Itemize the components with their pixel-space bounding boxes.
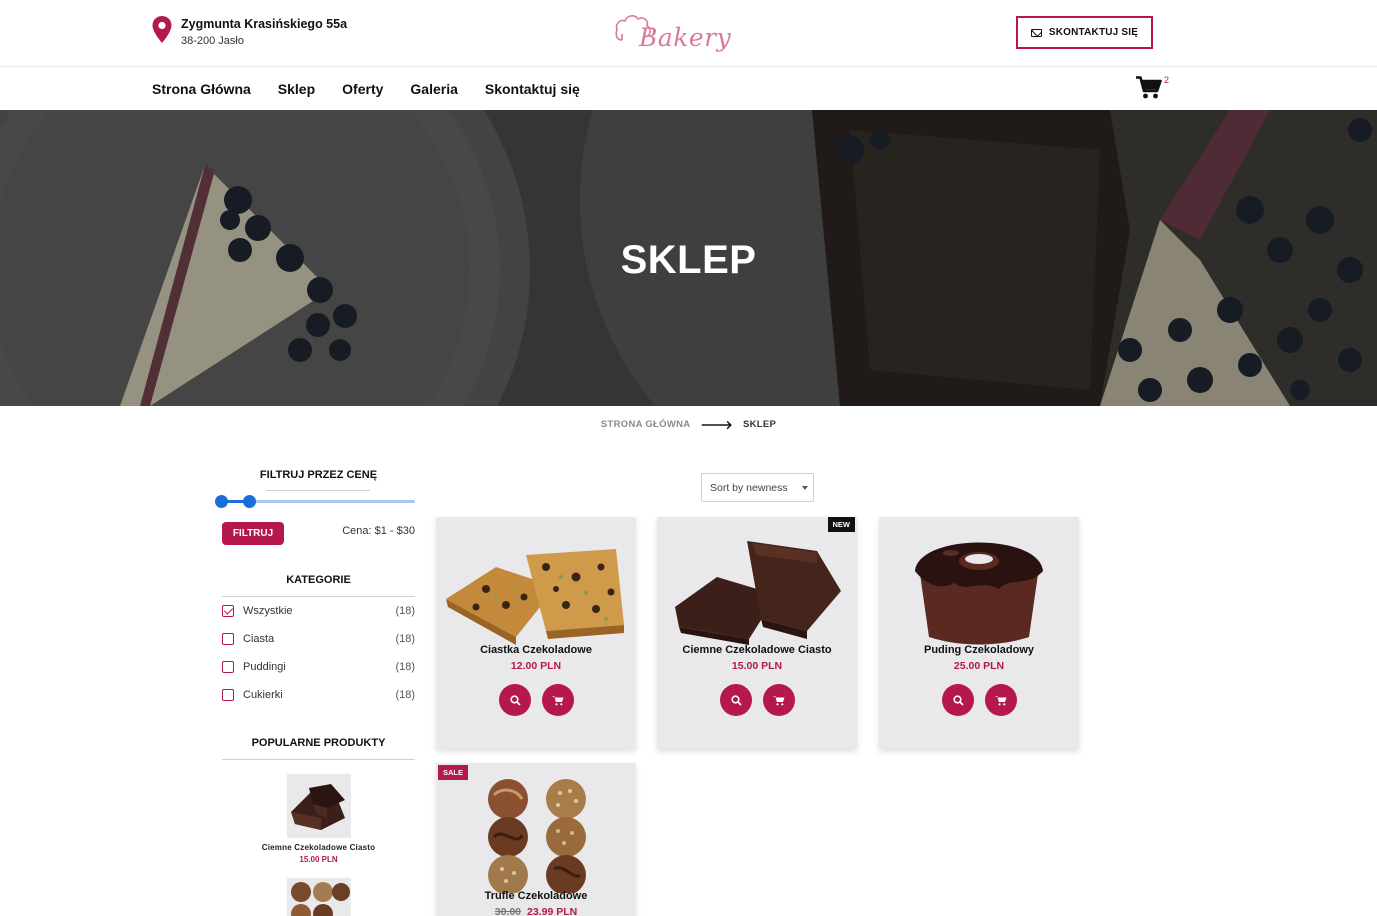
bakery-logo[interactable]: Bakery (614, 10, 731, 56)
top-bar: Zygmunta Krasińskiego 55a 38-200 Jasło B… (0, 0, 1377, 67)
product-name[interactable]: Ciemne Czekoladowe Ciasto (657, 644, 857, 656)
address-street: Zygmunta Krasińskiego 55a (181, 17, 348, 31)
contact-button[interactable]: SKONTAKTUJ SIĘ (1016, 16, 1153, 49)
category-count: (18) (395, 605, 415, 617)
store-address: Zygmunta Krasińskiego 55a 38-200 Jasło (152, 16, 347, 49)
add-to-cart-button[interactable] (763, 684, 795, 716)
sort-select[interactable]: Sort by newness (701, 473, 814, 502)
sort-select-value: Sort by newness (710, 481, 788, 494)
magnifier-icon (509, 694, 521, 706)
shopping-cart-icon (1136, 76, 1162, 99)
product-name[interactable]: Puding Czekoladowy (879, 644, 1079, 656)
category-count: (18) (395, 689, 415, 701)
product-price: 30.00 23.99 PLN (436, 906, 636, 916)
category-name: Wszystkie (243, 605, 293, 617)
popular-product-price: 15.00 PLN (299, 855, 338, 864)
product-image (446, 549, 624, 645)
product-old-price: 30.00 (494, 906, 522, 916)
product-image (915, 542, 1043, 645)
popular-product-item[interactable]: Ciemne Czekoladowe Ciasto 15.00 PLN (222, 774, 415, 864)
category-item-all[interactable]: Wszystkie (18) (222, 603, 415, 619)
product-card[interactable]: SALE Trufle Czekoladowe 30.00 23.99 PLN (436, 763, 636, 916)
add-to-cart-button[interactable] (985, 684, 1017, 716)
product-current-price: 12.00 PLN (510, 660, 562, 672)
product-price: 15.00 PLN (657, 660, 857, 672)
popular-product-image (286, 878, 351, 916)
arrow-right-icon: 🡒 (700, 418, 733, 432)
product-current-price: 15.00 PLN (731, 660, 783, 672)
hero-banner: SKLEP (0, 110, 1377, 406)
magnifier-icon (730, 694, 742, 706)
chevron-down-icon (802, 486, 808, 490)
category-count: (18) (395, 661, 415, 673)
breadcrumb-current: SKLEP (742, 419, 777, 430)
add-to-cart-button[interactable] (542, 684, 574, 716)
category-name: Ciasta (243, 633, 275, 645)
address-city: 38-200 Jasło (181, 35, 244, 47)
popular-product-image (286, 774, 351, 838)
cart-icon (995, 695, 1007, 705)
product-name[interactable]: Trufle Czekoladowe (436, 890, 636, 902)
category-count: (18) (395, 633, 415, 645)
filter-button[interactable]: FILTRUJ (222, 522, 284, 545)
nav-item-gallery[interactable]: Galeria (410, 81, 457, 97)
price-slider-min-handle[interactable] (215, 495, 228, 508)
cart-icon (552, 695, 564, 705)
category-item-candies[interactable]: Cukierki (18) (222, 687, 415, 703)
nav-item-contact[interactable]: Skontaktuj się (485, 81, 580, 97)
contact-button-label: SKONTAKTUJ SIĘ (1048, 27, 1139, 38)
nav-item-home[interactable]: Strona Główna (152, 81, 251, 97)
category-checkbox[interactable] (222, 605, 234, 617)
product-current-price: 25.00 PLN (953, 660, 1005, 672)
category-item-cakes[interactable]: Ciasta (18) (222, 631, 415, 647)
product-current-price: 23.99 PLN (527, 906, 578, 916)
category-checkbox[interactable] (222, 661, 234, 673)
product-image (675, 541, 841, 645)
product-price: 12.00 PLN (436, 660, 636, 672)
cart-button[interactable]: 2 (1136, 75, 1176, 104)
popular-product-item[interactable] (222, 878, 415, 916)
cart-count-badge: 2 (1164, 75, 1170, 85)
popular-products-divider (222, 759, 415, 760)
price-slider-max-handle[interactable] (243, 495, 256, 508)
categories-title: KATEGORIE (286, 574, 351, 586)
category-name: Puddingi (243, 661, 286, 673)
main-navigation: Strona Główna Sklep Oferty Galeria Skont… (0, 68, 1377, 110)
breadcrumb-home-link[interactable]: STRONA GŁÓWNA (601, 419, 691, 430)
cart-icon (773, 695, 785, 705)
breadcrumb: STRONA GŁÓWNA 🡒 SKLEP (0, 417, 1377, 432)
quick-view-button[interactable] (942, 684, 974, 716)
popular-products-title: POPULARNE PRODUKTY (251, 737, 386, 749)
product-price: 25.00 PLN (879, 660, 1079, 672)
envelope-icon (1030, 28, 1042, 37)
product-card[interactable]: Ciastka Czekoladowe 12.00 PLN (436, 517, 636, 749)
category-checkbox[interactable] (222, 633, 234, 645)
product-image (488, 779, 586, 893)
categories-divider (222, 596, 415, 597)
category-item-puddings[interactable]: Puddingi (18) (222, 659, 415, 675)
price-filter-divider (266, 490, 370, 491)
quick-view-button[interactable] (499, 684, 531, 716)
price-filter-title: FILTRUJ PRZEZ CENĘ (259, 469, 378, 481)
logo-text: Bakery (639, 23, 732, 52)
product-card[interactable]: NEW Ciemne Czekoladowe Ciasto 15.00 PLN (657, 517, 857, 749)
page-title: SKLEP (620, 238, 757, 282)
category-checkbox[interactable] (222, 689, 234, 701)
magnifier-icon (952, 694, 964, 706)
map-pin-icon (152, 16, 172, 43)
nav-item-offers[interactable]: Oferty (342, 81, 383, 97)
price-range-label: Cena: $1 - $30 (342, 525, 415, 537)
nav-item-shop[interactable]: Sklep (278, 81, 315, 97)
quick-view-button[interactable] (720, 684, 752, 716)
product-name[interactable]: Ciastka Czekoladowe (436, 644, 636, 656)
popular-product-name: Ciemne Czekoladowe Ciasto (261, 843, 376, 852)
product-card[interactable]: Puding Czekoladowy 25.00 PLN (879, 517, 1079, 749)
category-name: Cukierki (243, 689, 283, 701)
